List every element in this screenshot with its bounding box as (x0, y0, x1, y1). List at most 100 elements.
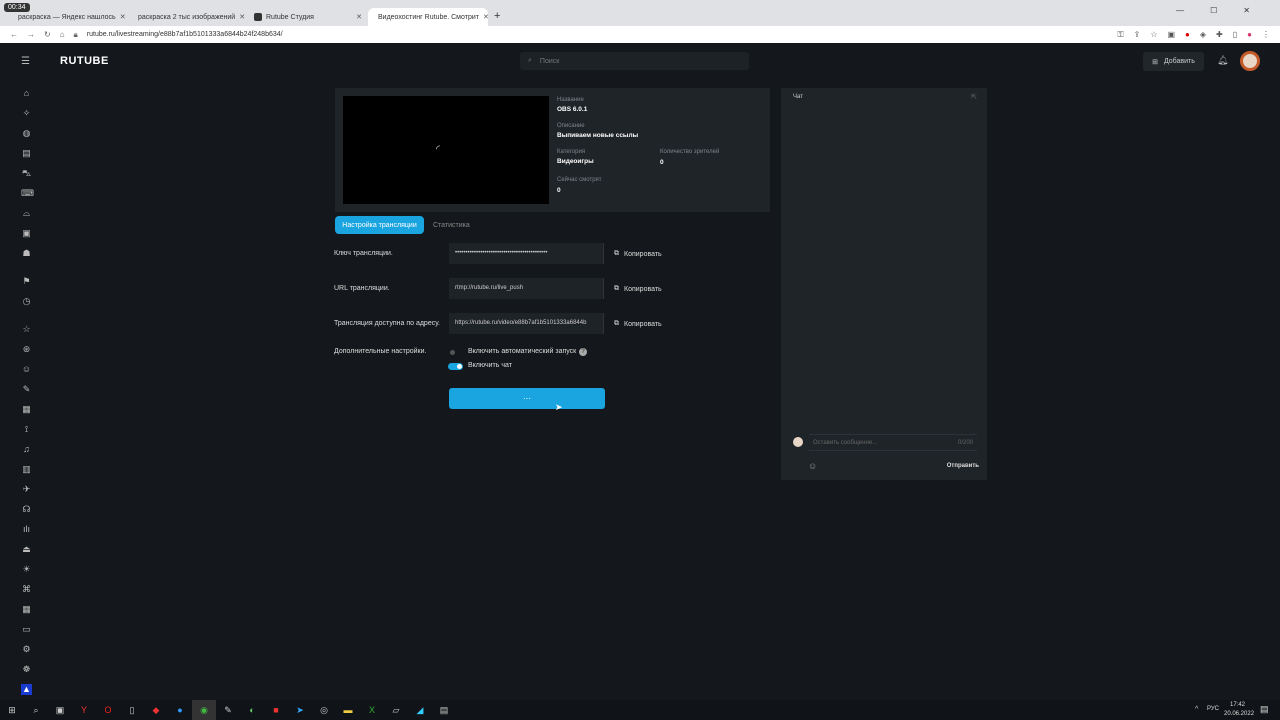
notifications-icon[interactable]: ▤ (1260, 704, 1269, 715)
excel-icon[interactable]: X (360, 700, 384, 720)
tv-icon[interactable]: ▤ (21, 148, 32, 159)
star-icon[interactable]: ☆ (21, 324, 32, 335)
opera-icon[interactable]: ● (1185, 30, 1190, 39)
trending-icon[interactable]: ✧ (21, 108, 32, 119)
news-icon[interactable]: ▦ (21, 404, 32, 415)
clock-time[interactable]: 17:42 (1230, 702, 1245, 708)
app-icon[interactable]: ✎ (216, 700, 240, 720)
app-icon[interactable]: ■ (264, 700, 288, 720)
pen-icon[interactable]: ✎ (21, 384, 32, 395)
maximize-icon[interactable]: ☐ (1210, 6, 1217, 15)
start-stream-button[interactable]: ⋯ (449, 388, 605, 409)
send-button[interactable]: Отправить (947, 463, 979, 469)
gamepad-icon[interactable]: ⌨ (21, 188, 34, 199)
video-player[interactable]: ◜ (343, 96, 549, 204)
stream-key-field[interactable]: ••••••••••••••••••••••••••••••••••••••••… (449, 243, 604, 264)
stream-url-field[interactable]: rtmp://rutube.ru/live_push (449, 278, 604, 299)
tag-icon[interactable]: ⌘ (21, 584, 32, 595)
shield-icon[interactable]: ◈ (1200, 30, 1206, 39)
clock-date[interactable]: 20.06.2022 (1224, 711, 1254, 717)
opera-icon[interactable]: O (96, 700, 120, 720)
language-indicator[interactable]: РУС (1207, 706, 1219, 712)
stream-address-field[interactable]: https://rutube.ru/video/e88b7af1b5101333… (449, 313, 604, 334)
yandex-icon[interactable]: Y (72, 700, 96, 720)
popout-icon[interactable]: ⇱ (971, 93, 977, 101)
share-icon[interactable]: ⇪ (1134, 30, 1141, 39)
back-icon[interactable]: ← (10, 30, 18, 39)
close-window-icon[interactable]: ✕ (1243, 6, 1250, 15)
bell-icon[interactable]: 🔔︎ (1217, 55, 1228, 66)
help-icon[interactable]: ? (579, 348, 587, 356)
close-icon[interactable]: ✕ (239, 13, 245, 21)
browser-tab-active[interactable]: Видеохостинг Rutube. Смотрит ✕ (368, 8, 488, 26)
emoji-icon[interactable]: ☺ (808, 461, 817, 471)
avatar[interactable] (1240, 51, 1260, 71)
app-icon[interactable]: ▱ (384, 700, 408, 720)
app-icon[interactable]: ● (168, 700, 192, 720)
minimize-icon[interactable]: — (1176, 6, 1184, 15)
telegram-icon[interactable]: ➤ (288, 700, 312, 720)
forward-icon[interactable]: → (27, 30, 35, 39)
add-button[interactable]: ⊞ Добавить (1143, 52, 1204, 71)
reload-icon[interactable]: ↻ (44, 30, 51, 39)
chat-message-input[interactable]: Оставить сообщение... 0/200 (809, 434, 977, 451)
search-icon[interactable]: ⌕ (24, 700, 48, 720)
calendar-icon[interactable]: ▦ (21, 604, 32, 615)
education-icon[interactable]: ⌓ (21, 208, 32, 219)
film-icon[interactable]: ▥ (21, 464, 32, 475)
sports-icon[interactable]: ⊛ (21, 344, 32, 355)
browser-tab[interactable]: раскраска — Яндекс нашлось ✕ (8, 8, 128, 26)
app-icon[interactable]: ▤ (432, 700, 456, 720)
home-icon[interactable]: ⌂ (60, 30, 65, 39)
plane-icon[interactable]: ✈ (21, 484, 32, 495)
taskview-icon[interactable]: ▣ (48, 700, 72, 720)
food-icon[interactable]: ⏏ (21, 544, 32, 555)
copy-key-button[interactable]: ⧉ Копировать (614, 250, 662, 258)
chrome-icon[interactable]: ◉ (192, 700, 216, 720)
copy-url-button[interactable]: ⧉ Копировать (614, 285, 662, 293)
studio-icon[interactable]: ▣ (21, 228, 32, 239)
new-tab-button[interactable]: + (494, 10, 500, 22)
globe-icon[interactable]: ◍ (21, 128, 32, 139)
rutube-app-icon[interactable]: ▲ (21, 684, 32, 695)
sidepanel-icon[interactable]: ▯ (1233, 30, 1237, 39)
audio-icon[interactable]: ılı (21, 524, 32, 535)
mic-icon[interactable]: ☊ (21, 504, 32, 515)
smile-icon[interactable]: ☺ (21, 364, 32, 375)
browser-tab[interactable]: Rutube Студия ✕ (248, 8, 368, 26)
chat-toggle[interactable] (448, 363, 463, 370)
tab-statistics[interactable]: Статистика (433, 222, 470, 229)
start-icon[interactable]: ⊞ (0, 700, 24, 720)
close-icon[interactable]: ✕ (483, 13, 488, 21)
star-icon[interactable]: ☆ (1150, 30, 1157, 39)
bookmark-icon[interactable]: ⚑ (21, 276, 32, 287)
tab-settings[interactable]: Настройка трансляции (335, 216, 424, 234)
browser-tab[interactable]: раскраска 2 тыс изображений ✕ (128, 8, 248, 26)
close-icon[interactable]: ✕ (120, 13, 126, 21)
music-icon[interactable]: ♫ (21, 444, 32, 455)
subscriptions-icon[interactable]: ☗ (21, 248, 32, 259)
search-input[interactable]: ⌕ Поиск (520, 52, 749, 70)
copy-address-button[interactable]: ⧉ Копировать (614, 320, 662, 328)
autostart-toggle[interactable] (450, 350, 455, 355)
url-input[interactable]: rutube.ru/livestreaming/e88b7af1b5101333… (87, 31, 283, 38)
folder-icon[interactable]: ▬ (336, 700, 360, 720)
settings-icon[interactable]: ⚙ (21, 644, 32, 655)
history-icon[interactable]: ◷ (21, 296, 32, 307)
key-icon[interactable]: ⚿ (1118, 30, 1124, 40)
idea-icon[interactable]: ☀ (21, 564, 32, 575)
tray-chevron-icon[interactable]: ^ (1195, 706, 1198, 713)
camera-icon[interactable]: ▭ (21, 624, 32, 635)
close-icon[interactable]: ✕ (356, 13, 362, 21)
car-icon[interactable]: ⛍ (21, 168, 32, 179)
steam-icon[interactable]: ◐ (240, 700, 264, 720)
app-icon[interactable]: ◆ (144, 700, 168, 720)
menu-icon[interactable]: ⋮ (1262, 30, 1270, 39)
hamburger-icon[interactable]: ☰ (21, 56, 30, 67)
app-icon[interactable]: ◢ (408, 700, 432, 720)
logo[interactable]: RUTUBE (60, 55, 109, 67)
home-icon[interactable]: ⌂ (21, 88, 32, 99)
obs-icon[interactable]: ◎ (312, 700, 336, 720)
broadcast-icon[interactable]: ⟟ (21, 424, 32, 435)
profile-icon[interactable]: ● (1247, 30, 1252, 39)
